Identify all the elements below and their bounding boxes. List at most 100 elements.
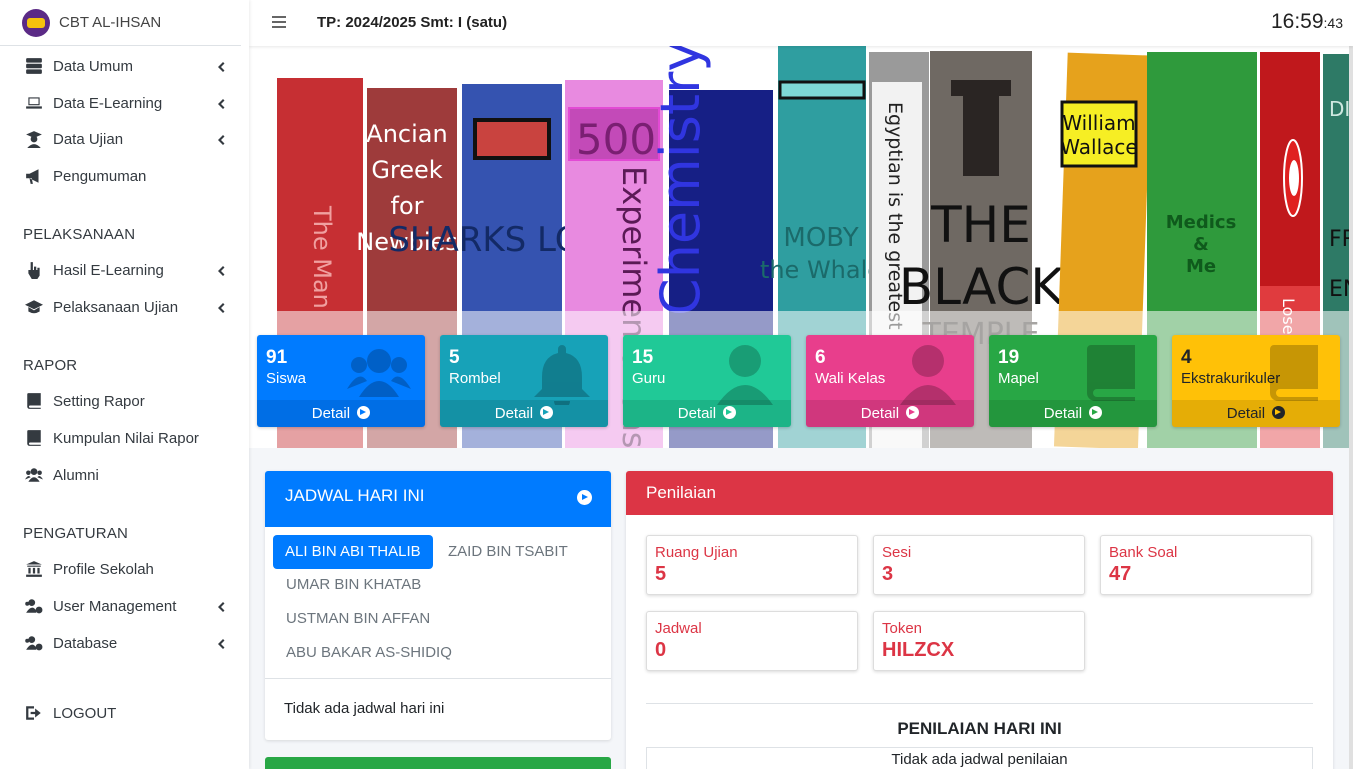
detail-link[interactable]: Detail xyxy=(989,400,1157,427)
sign-out-icon xyxy=(24,704,44,722)
detail-label: Detail xyxy=(1226,405,1266,422)
jadwal-header: JADWAL HARI INI xyxy=(265,471,611,527)
sidebar-item-hasil-elearning[interactable]: Hasil E-Learning xyxy=(0,253,249,287)
clock: 16:59:43 xyxy=(1271,10,1343,34)
arrow-circle-right-icon xyxy=(723,406,737,419)
sidebar-item-data-umum[interactable]: Data Umum xyxy=(0,49,249,83)
stat-label: Siswa xyxy=(266,370,307,387)
info-label: Bank Soal xyxy=(1109,544,1178,561)
chevron-left-icon xyxy=(217,301,225,313)
arrow-circle-right-icon xyxy=(1089,406,1103,419)
chevron-left-icon xyxy=(217,264,225,276)
stat-siswa: 91 Siswa Detail xyxy=(257,335,425,427)
sidebar-item-database[interactable]: Database xyxy=(0,626,249,660)
arrow-circle-right-icon xyxy=(906,406,920,419)
users-icon xyxy=(347,341,411,405)
scrollbar[interactable] xyxy=(1349,0,1353,769)
detail-link[interactable]: Detail xyxy=(623,400,791,427)
info-sesi: Sesi 3 xyxy=(873,535,1085,595)
sidebar: CBT AL-IHSAN Data Umum Data E-Learning D… xyxy=(0,0,249,769)
menu-toggle-icon[interactable] xyxy=(272,16,286,28)
brand-name: CBT AL-IHSAN xyxy=(59,14,162,31)
tab-zaid-bin-tsabit[interactable]: ZAID BIN TSABIT xyxy=(436,535,580,569)
sidebar-item-pengumuman[interactable]: Pengumuman xyxy=(0,159,249,193)
sidebar-item-data-ujian[interactable]: Data Ujian xyxy=(0,122,249,156)
nav-header-rapor: RAPOR xyxy=(23,357,78,374)
detail-label: Detail xyxy=(1043,405,1083,422)
bullhorn-icon xyxy=(24,167,44,185)
detail-label: Detail xyxy=(311,405,351,422)
book-title: Ancian xyxy=(366,120,447,148)
info-value: HILZCX xyxy=(882,639,955,661)
tab-abu-bakar-as-shidiq[interactable]: ABU BAKAR AS-SHIDIQ xyxy=(274,636,464,670)
divider xyxy=(646,703,1313,704)
detail-label: Detail xyxy=(860,405,900,422)
sidebar-item-data-elearning[interactable]: Data E-Learning xyxy=(0,86,249,120)
stat-value: 4 xyxy=(1181,347,1192,368)
detail-link[interactable]: Detail xyxy=(257,400,425,427)
stat-label: Wali Kelas xyxy=(815,370,886,387)
divider xyxy=(265,678,611,679)
detail-link[interactable]: Detail xyxy=(806,400,974,427)
info-label: Ruang Ujian xyxy=(655,544,738,561)
sidebar-item-label: Database xyxy=(53,634,118,652)
info-value: 0 xyxy=(655,639,667,661)
tab-ali-bin-abi-thalib[interactable]: ALI BIN ABI THALIB xyxy=(273,535,433,569)
laptop-icon xyxy=(24,94,44,112)
sidebar-item-kumpulan-nilai-rapor[interactable]: Kumpulan Nilai Rapor xyxy=(0,421,249,455)
penilaian-card: Penilaian Ruang Ujian 5 Sesi 3 Bank Soal… xyxy=(626,471,1333,769)
hand-pointer-icon xyxy=(24,261,44,279)
sidebar-item-setting-rapor[interactable]: Setting Rapor xyxy=(0,384,249,418)
stat-guru: 15 Guru Detail xyxy=(623,335,791,427)
sidebar-item-pelaksanaan-ujian[interactable]: Pelaksanaan Ujian xyxy=(0,290,249,324)
sidebar-item-label: Pelaksanaan Ujian xyxy=(53,298,179,316)
arrow-circle-right-icon[interactable] xyxy=(577,490,592,505)
book-title: & xyxy=(1193,234,1209,255)
book-icon xyxy=(24,392,44,410)
sidebar-item-label: Profile Sekolah xyxy=(53,560,154,578)
sidebar-item-label: Pengumuman xyxy=(53,167,147,185)
book-title: 500 xyxy=(576,115,656,164)
info-token: Token HILZCX xyxy=(873,611,1085,671)
sidebar-item-label: Data Ujian xyxy=(53,130,124,148)
logout-button[interactable]: LOGOUT xyxy=(0,696,249,730)
tab-ustman-bin-affan[interactable]: USTMAN BIN AFFAN xyxy=(274,602,442,636)
book-title: MOBY xyxy=(783,223,858,253)
book-title: the Whale xyxy=(760,256,882,284)
clock-seconds: :43 xyxy=(1323,15,1343,31)
arrow-circle-right-icon xyxy=(540,406,554,419)
tab-umar-bin-khatab[interactable]: UMAR BIN KHATAB xyxy=(274,568,433,602)
chevron-left-icon xyxy=(217,133,225,145)
stat-value: 5 xyxy=(449,347,460,368)
book-title: William xyxy=(1062,111,1135,135)
jadwal-title: JADWAL HARI INI xyxy=(285,486,425,505)
sidebar-item-label: Data Umum xyxy=(53,57,134,75)
penilaian-header: Penilaian xyxy=(626,471,1333,515)
book-title: Me xyxy=(1186,256,1216,277)
sidebar-item-label: Setting Rapor xyxy=(53,392,145,410)
stat-label: Mapel xyxy=(998,370,1039,387)
sidebar-item-profile-sekolah[interactable]: Profile Sekolah xyxy=(0,552,249,586)
detail-link[interactable]: Detail xyxy=(1172,400,1340,427)
sidebar-item-label: LOGOUT xyxy=(53,704,117,722)
brand[interactable]: CBT AL-IHSAN xyxy=(0,0,241,46)
book-title: for xyxy=(391,192,424,220)
user-icon xyxy=(713,341,777,405)
sidebar-item-label: Data E-Learning xyxy=(53,94,163,112)
book-title: Chemistry xyxy=(649,46,712,316)
stat-label: Guru xyxy=(632,370,666,387)
graduation-cap-icon xyxy=(24,298,44,316)
book-icon xyxy=(24,429,44,447)
penilaian-table: Tidak ada jadwal penilaian xyxy=(646,747,1313,769)
jadwal-card: JADWAL HARI INI ALI BIN ABI THALIB ZAID … xyxy=(265,471,611,740)
arrow-circle-right-icon xyxy=(357,406,371,419)
landmark-icon xyxy=(24,560,44,578)
chevron-left-icon xyxy=(217,60,225,72)
green-card-header xyxy=(265,757,611,769)
detail-link[interactable]: Detail xyxy=(440,400,608,427)
book-icon xyxy=(1079,341,1143,405)
stat-ekstrakurikuler: 4 Ekstrakurikuler Detail xyxy=(1172,335,1340,427)
sidebar-item-alumni[interactable]: Alumni xyxy=(0,458,249,492)
sidebar-item-user-management[interactable]: User Management xyxy=(0,589,249,623)
book-title: Medics xyxy=(1166,212,1237,233)
